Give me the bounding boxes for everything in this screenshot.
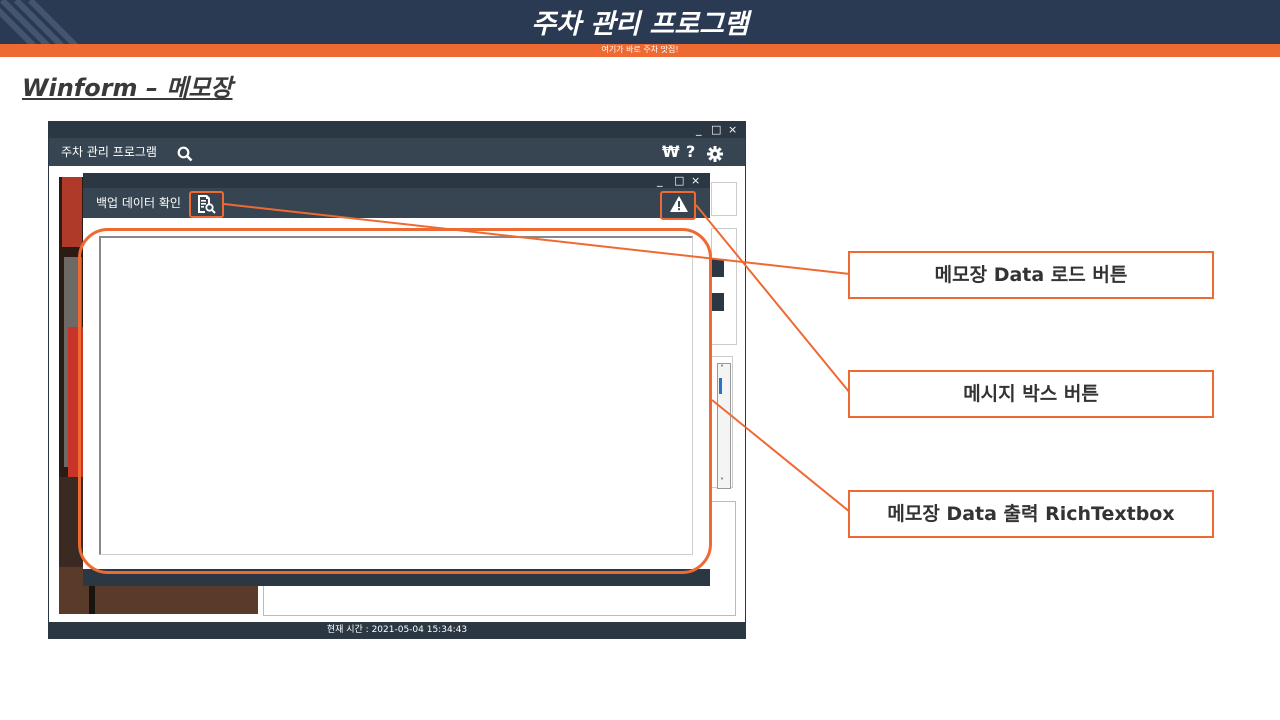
callout-connectors xyxy=(223,203,851,513)
callout-message-box-button: 메시지 박스 버튼 xyxy=(848,370,1214,418)
callout-rich-textbox: 메모장 Data 출력 RichTextbox xyxy=(848,490,1214,538)
callout-load-button: 메모장 Data 로드 버튼 xyxy=(848,251,1214,299)
